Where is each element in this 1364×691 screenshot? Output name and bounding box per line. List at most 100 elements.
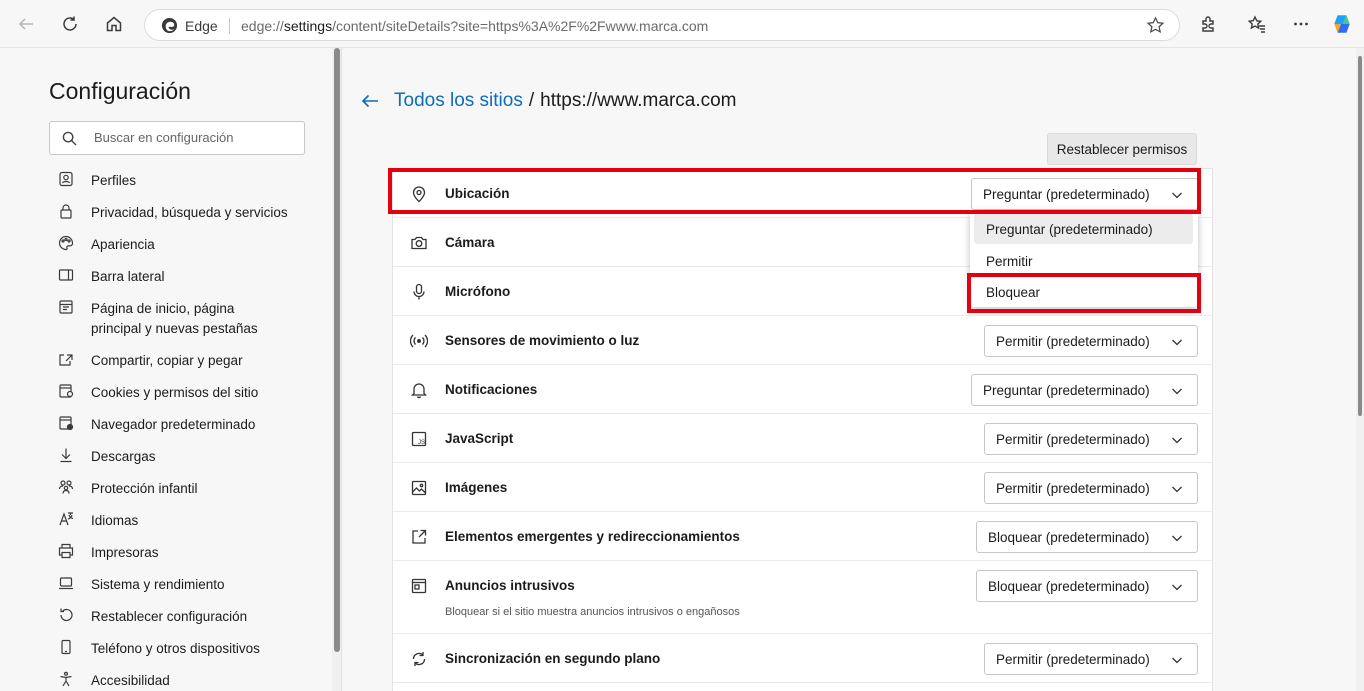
- accessibility-icon: [58, 671, 76, 689]
- reset-icon: [58, 607, 76, 625]
- chevron-down-icon: [1172, 584, 1182, 591]
- sidebar-item-label: Descargas: [91, 449, 156, 464]
- permission-label: Elementos emergentes y redireccionamient…: [445, 529, 740, 544]
- dropdown-value: Permitir (predeterminado): [996, 651, 1150, 667]
- edge-label: Edge: [185, 18, 218, 34]
- permission-row-images: Imágenes Permitir (predeterminado): [393, 463, 1214, 512]
- sidebar-item-barra-lateral[interactable]: Barra lateral: [58, 267, 165, 287]
- images-dropdown[interactable]: Permitir (predeterminado): [984, 472, 1198, 504]
- extensions-icon[interactable]: [1194, 10, 1222, 38]
- url-rest: /content/siteDetails?site=https%3A%2F%2F…: [332, 18, 709, 34]
- sync-icon: [410, 650, 428, 668]
- settings-title: Configuración: [49, 78, 191, 104]
- favorites-icon[interactable]: [1243, 10, 1271, 38]
- language-icon: [58, 511, 76, 529]
- dropdown-value: Permitir (predeterminado): [996, 480, 1150, 496]
- sidebar-item-navegador[interactable]: Navegador predeterminado: [58, 415, 255, 435]
- permission-row-javascript: JS JavaScript Permitir (predeterminado): [393, 414, 1214, 463]
- permission-label: Imágenes: [445, 480, 508, 495]
- copilot-icon[interactable]: [1328, 10, 1356, 38]
- home-icon[interactable]: [100, 10, 128, 38]
- dropdown-value: Bloquear (predeterminado): [988, 578, 1150, 594]
- ads-icon: [410, 577, 428, 595]
- permission-row-intrusive-ads: Anuncios intrusivos Bloquear si el sitio…: [393, 561, 1214, 634]
- printer-icon: [58, 543, 76, 561]
- breadcrumb-link-all-sites[interactable]: Todos los sitios: [394, 90, 523, 112]
- sidebar-item-restablecer[interactable]: Restablecer configuración: [58, 607, 247, 627]
- browser-toolbar: Edge edge://settings/content/siteDetails…: [0, 0, 1364, 48]
- permission-label: Sincronización en segundo plano: [445, 651, 661, 666]
- highlight-block-option: [967, 273, 1201, 313]
- edge-logo-icon: [161, 17, 178, 34]
- url-text[interactable]: edge://settings/content/siteDetails?site…: [241, 18, 708, 34]
- more-menu-icon[interactable]: [1287, 10, 1315, 38]
- sidebar-item-sistema[interactable]: Sistema y rendimiento: [58, 575, 225, 595]
- sidebar-item-impresoras[interactable]: Impresoras: [58, 543, 159, 563]
- refresh-icon[interactable]: [56, 10, 84, 38]
- menu-option-allow[interactable]: Permitir: [974, 246, 1193, 276]
- search-box[interactable]: [49, 121, 305, 155]
- dropdown-value: Permitir (predeterminado): [996, 333, 1150, 349]
- background-sync-dropdown[interactable]: Permitir (predeterminado): [984, 643, 1198, 675]
- sidebar-item-accesibilidad[interactable]: Accesibilidad: [58, 671, 170, 691]
- url-bold: settings: [283, 18, 333, 34]
- back-arrow-icon[interactable]: [12, 10, 40, 38]
- family-icon: [58, 479, 76, 497]
- home-page-icon: [58, 299, 76, 317]
- share-icon: [58, 351, 76, 369]
- sidebar-item-label: Perfiles: [91, 173, 137, 188]
- permission-row-background-sync: Sincronización en segundo plano Permitir…: [393, 634, 1214, 683]
- chevron-down-icon: [1172, 486, 1182, 493]
- popups-dropdown[interactable]: Bloquear (predeterminado): [976, 521, 1198, 553]
- sidebar-scrollbar[interactable]: [332, 48, 342, 691]
- sidebar-item-label: Página de inicio, página principal y nue…: [91, 301, 258, 336]
- reset-permissions-button[interactable]: Restablecer permisos: [1047, 133, 1197, 165]
- sensors-dropdown[interactable]: Permitir (predeterminado): [984, 325, 1198, 357]
- sidebar-item-apariencia[interactable]: Apariencia: [58, 235, 155, 255]
- page-scrollbar-thumb[interactable]: [1358, 56, 1362, 416]
- sidebar-item-label: Apariencia: [91, 237, 155, 252]
- menu-option-ask[interactable]: Preguntar (predeterminado): [974, 214, 1193, 244]
- search-input[interactable]: [94, 130, 294, 145]
- back-arrow-icon[interactable]: [360, 91, 380, 111]
- sidebar-item-proteccion[interactable]: Protección infantil: [58, 479, 198, 499]
- sidebar-item-label: Barra lateral: [91, 269, 165, 284]
- dropdown-value: Permitir (predeterminado): [996, 431, 1150, 447]
- javascript-dropdown[interactable]: Permitir (predeterminado): [984, 423, 1198, 455]
- dropdown-value: Preguntar (predeterminado): [983, 382, 1150, 398]
- favorite-star-icon[interactable]: [1146, 16, 1165, 35]
- address-separator: [229, 18, 230, 34]
- sidebar-item-label: Protección infantil: [91, 481, 198, 496]
- sidebar-item-compartir[interactable]: Compartir, copiar y pegar: [58, 351, 243, 371]
- profile-icon: [58, 171, 76, 189]
- highlight-location-row: [388, 168, 1201, 214]
- sidebar-icon: [58, 267, 76, 285]
- permission-row-notifications: Notificaciones Preguntar (predeterminado…: [393, 365, 1214, 414]
- lock-icon: [58, 203, 76, 221]
- sidebar-item-cookies[interactable]: Cookies y permisos del sitio: [58, 383, 258, 403]
- sidebar-scrollbar-thumb[interactable]: [334, 48, 340, 652]
- intrusive-ads-dropdown[interactable]: Bloquear (predeterminado): [976, 570, 1198, 602]
- sidebar-item-privacidad[interactable]: Privacidad, búsqueda y servicios: [58, 203, 288, 223]
- sidebar-item-descargas[interactable]: Descargas: [58, 447, 156, 467]
- laptop-icon: [58, 575, 76, 593]
- chevron-down-icon: [1172, 388, 1182, 395]
- sidebar-item-label: Teléfono y otros dispositivos: [91, 641, 260, 656]
- dropdown-value: Bloquear (predeterminado): [988, 529, 1150, 545]
- sidebar-item-label: Navegador predeterminado: [91, 417, 256, 432]
- sidebar-item-telefono[interactable]: Teléfono y otros dispositivos: [58, 639, 260, 659]
- sidebar-item-label: Restablecer configuración: [91, 609, 248, 624]
- notifications-dropdown[interactable]: Preguntar (predeterminado): [971, 374, 1198, 406]
- microphone-icon: [410, 283, 428, 301]
- camera-icon: [410, 234, 428, 252]
- permission-description: Bloquear si el sitio muestra anuncios in…: [445, 606, 740, 618]
- address-bar[interactable]: Edge edge://settings/content/siteDetails…: [144, 9, 1180, 41]
- sidebar-item-perfiles[interactable]: Perfiles: [58, 171, 136, 191]
- sensors-icon: [409, 332, 429, 350]
- permission-label: Notificaciones: [445, 382, 538, 397]
- sidebar-item-pagina-inicio[interactable]: Página de inicio, página principal y nue…: [58, 299, 258, 339]
- page-scrollbar[interactable]: [1356, 48, 1364, 691]
- image-icon: [410, 479, 428, 497]
- popup-icon: [410, 528, 428, 546]
- sidebar-item-idiomas[interactable]: Idiomas: [58, 511, 138, 531]
